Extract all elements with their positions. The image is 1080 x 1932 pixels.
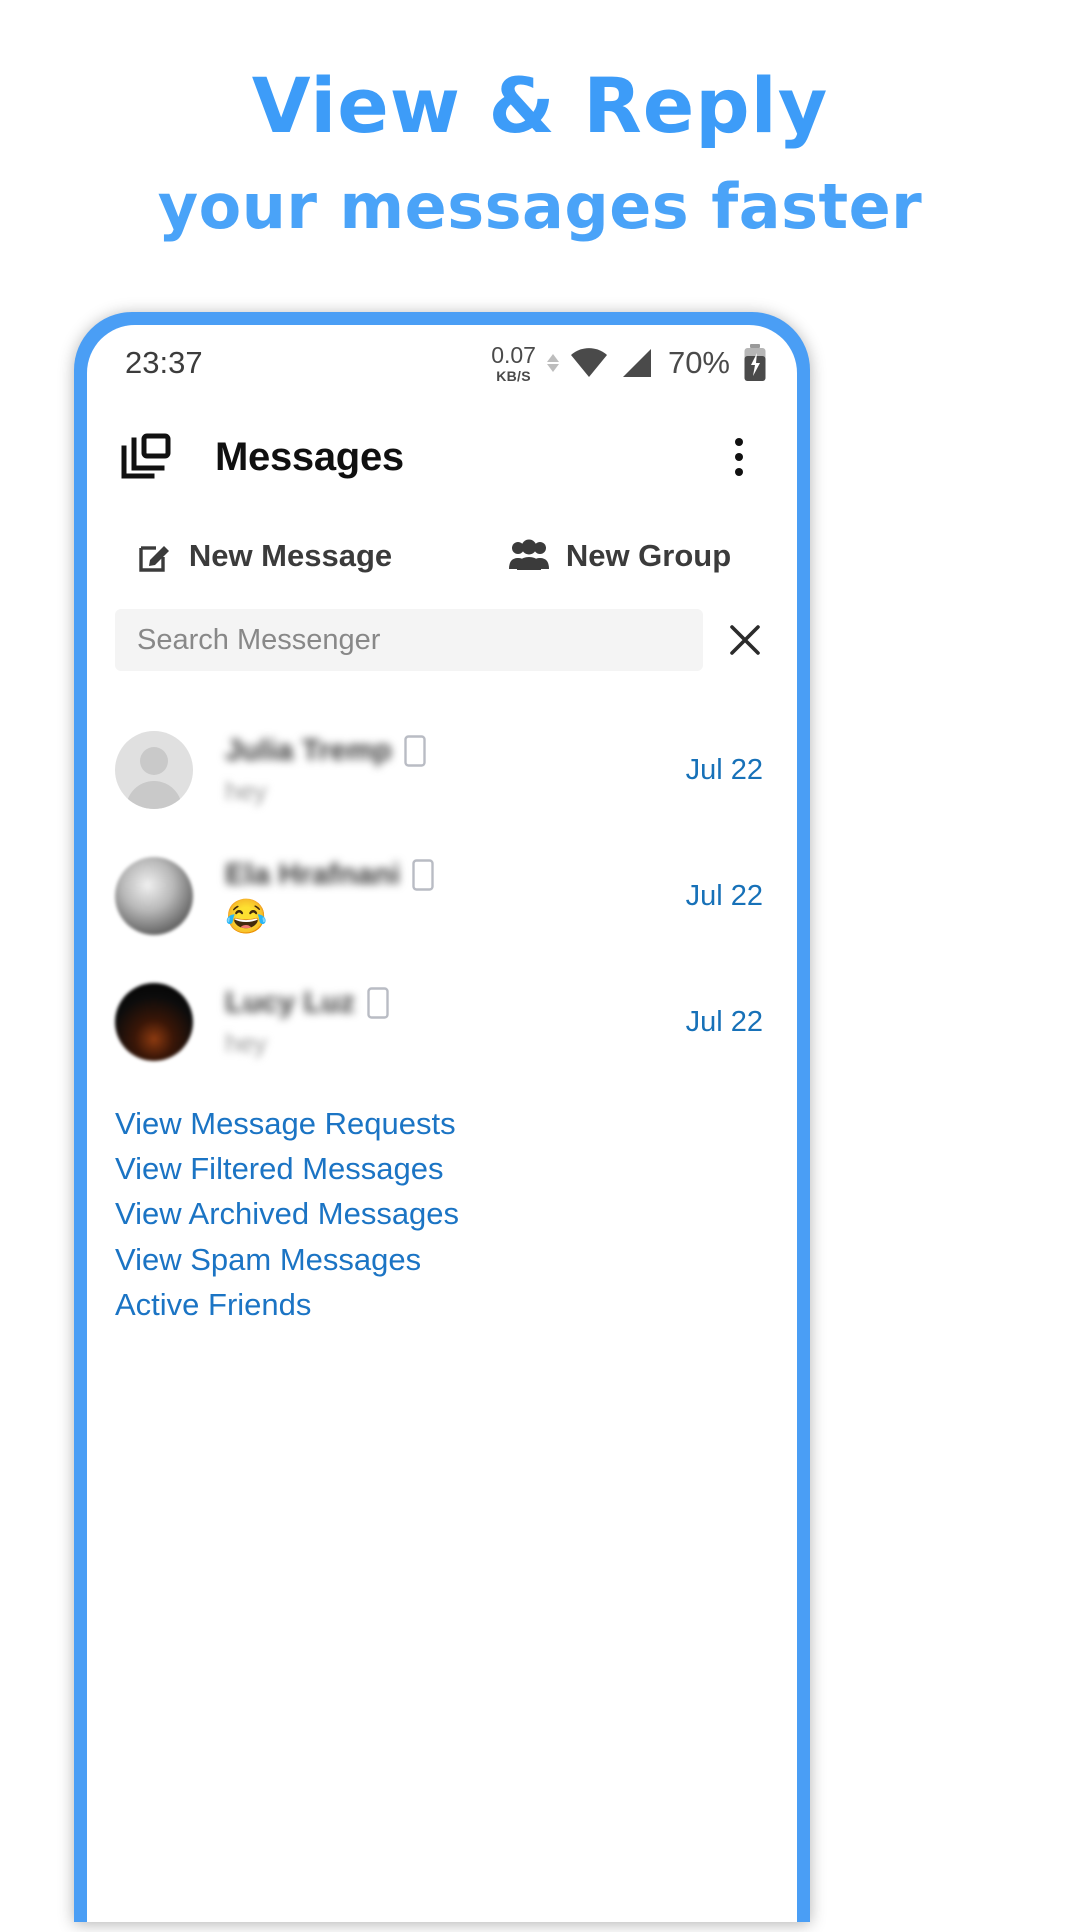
- table-row[interactable]: Julia Tremp hey Jul 22: [87, 707, 797, 833]
- link-view-message-requests[interactable]: View Message Requests: [115, 1103, 797, 1144]
- phone-mockup: 23:37 0.07 KB/S 70% Messages New Message…: [74, 312, 810, 1932]
- data-transfer-icon: [546, 354, 559, 372]
- new-message-button[interactable]: New Message: [87, 538, 442, 574]
- search-row: Search Messenger: [87, 599, 797, 681]
- conversation-date: Jul 22: [685, 753, 763, 786]
- network-speed: 0.07 KB/S: [491, 341, 536, 384]
- app-header: Messages: [87, 401, 797, 513]
- status-time: 23:37: [125, 345, 203, 380]
- page-title: Messages: [215, 434, 404, 479]
- link-active-friends[interactable]: Active Friends: [115, 1284, 797, 1325]
- network-speed-unit: KB/S: [496, 367, 531, 384]
- conversation-preview: 😂: [225, 898, 268, 936]
- conversation-date: Jul 22: [685, 879, 763, 912]
- status-indicators: 0.07 KB/S 70%: [491, 341, 767, 384]
- people-group-icon: [508, 539, 549, 570]
- avatar: [115, 983, 193, 1061]
- promo-subheadline: your messages faster: [157, 170, 923, 243]
- battery-charging-icon: [744, 344, 766, 381]
- mobile-phone-icon: [404, 734, 426, 767]
- cell-signal-icon: [622, 349, 651, 377]
- conversation-date: Jul 22: [685, 1005, 763, 1038]
- link-view-archived-messages[interactable]: View Archived Messages: [115, 1193, 797, 1234]
- close-icon[interactable]: [717, 612, 773, 668]
- mobile-phone-icon: [412, 859, 434, 891]
- secondary-links: View Message Requests View Filtered Mess…: [87, 1085, 797, 1325]
- conversation-name: Lucy Luz: [225, 985, 356, 1019]
- conversation-list: Julia Tremp hey Jul 22 Ela Hrafnani 😂 Ju…: [87, 681, 797, 1085]
- link-view-spam-messages[interactable]: View Spam Messages: [115, 1239, 797, 1280]
- promo-headline: View & Reply: [251, 61, 829, 150]
- battery-percent: 70%: [667, 345, 730, 380]
- new-group-label: New Group: [565, 538, 732, 573]
- new-group-button[interactable]: New Group: [442, 538, 797, 574]
- conversation-name: Ela Hrafnani: [225, 858, 401, 891]
- conversation-name: Julia Tremp: [225, 733, 392, 767]
- search-placeholder: Search Messenger: [137, 623, 381, 656]
- quick-actions: New Message New Group: [87, 513, 797, 599]
- multi-window-icon[interactable]: [115, 432, 177, 482]
- conversation-preview: hey: [225, 775, 267, 806]
- link-view-filtered-messages[interactable]: View Filtered Messages: [115, 1148, 797, 1189]
- avatar: [115, 731, 193, 809]
- overflow-menu-icon[interactable]: [719, 438, 765, 476]
- wifi-icon: [570, 348, 607, 377]
- new-message-label: New Message: [188, 538, 393, 573]
- mobile-phone-icon: [367, 986, 389, 1019]
- conversation-preview: hey: [225, 1027, 267, 1058]
- phone-frame: 23:37 0.07 KB/S 70% Messages New Message…: [74, 312, 810, 1922]
- avatar: [115, 857, 193, 935]
- status-bar: 23:37 0.07 KB/S 70%: [87, 325, 797, 401]
- network-speed-value: 0.07: [491, 341, 536, 368]
- phone-screen: 23:37 0.07 KB/S 70% Messages New Message…: [87, 325, 797, 1922]
- search-input[interactable]: Search Messenger: [115, 609, 703, 671]
- table-row[interactable]: Ela Hrafnani 😂 Jul 22: [87, 833, 797, 959]
- compose-pencil-icon: [139, 546, 169, 572]
- promo-banner: View & Reply your messages faster: [0, 0, 1080, 238]
- table-row[interactable]: Lucy Luz hey Jul 22: [87, 959, 797, 1085]
